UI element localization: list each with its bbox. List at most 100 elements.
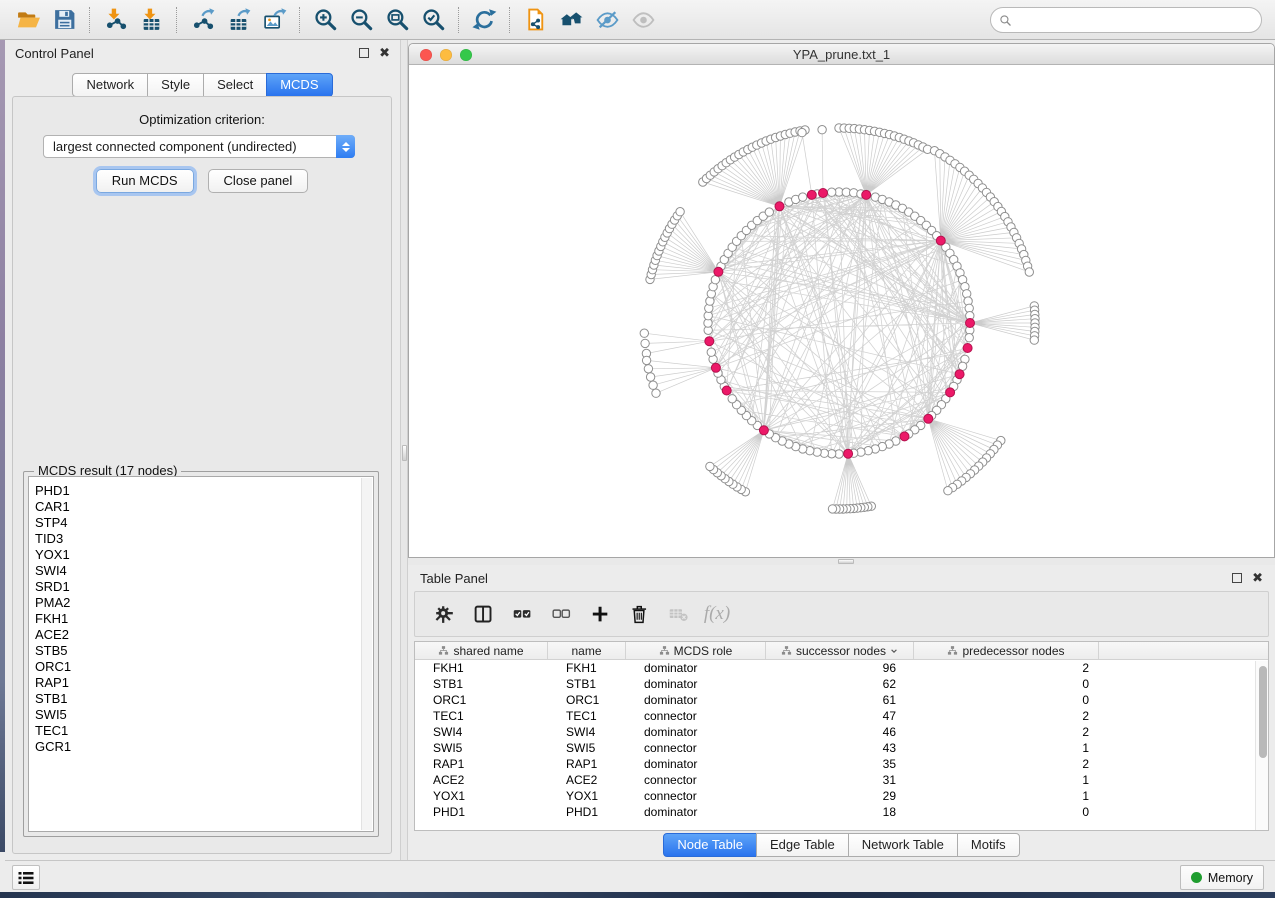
column-header-MCDS-role[interactable]: MCDS role xyxy=(626,642,766,659)
table-row[interactable]: PHD1PHD1dominator180 xyxy=(415,804,1268,820)
mcds-result-node[interactable]: RAP1 xyxy=(35,675,373,691)
window-zoom-icon[interactable] xyxy=(460,49,472,61)
tab-mcds[interactable]: MCDS xyxy=(266,73,332,97)
hide-selected-button[interactable] xyxy=(589,4,625,36)
window-close-icon[interactable] xyxy=(420,49,432,61)
graph-leaf-node[interactable] xyxy=(706,462,714,470)
zoom-selected-button[interactable] xyxy=(415,4,451,36)
import-table-button[interactable] xyxy=(133,4,169,36)
save-session-button[interactable] xyxy=(46,4,82,36)
export-table-button[interactable] xyxy=(220,4,256,36)
table-settings-button[interactable] xyxy=(429,599,459,629)
graph-dominator-node[interactable] xyxy=(714,267,723,276)
graph-dominator-node[interactable] xyxy=(819,189,828,198)
graph-node[interactable] xyxy=(728,395,736,403)
mcds-result-node[interactable]: STP4 xyxy=(35,515,373,531)
mcds-result-node[interactable]: ORC1 xyxy=(35,659,373,675)
close-table-panel-icon[interactable]: ✖ xyxy=(1252,573,1263,583)
tab-network[interactable]: Network xyxy=(72,73,148,97)
mcds-result-node[interactable]: GCR1 xyxy=(35,739,373,755)
tab-node-table[interactable]: Node Table xyxy=(663,833,757,857)
optimization-criterion-select[interactable]: largest connected component (undirected) xyxy=(43,135,355,158)
graph-node[interactable] xyxy=(828,188,836,196)
network-graph[interactable] xyxy=(409,65,1274,557)
horizontal-splitter-grip[interactable] xyxy=(838,559,854,564)
close-panel-button[interactable]: Close panel xyxy=(208,169,309,193)
import-network-button[interactable] xyxy=(97,4,133,36)
graph-dominator-node[interactable] xyxy=(705,337,714,346)
graph-dominator-node[interactable] xyxy=(759,426,768,435)
mcds-result-node[interactable]: FKH1 xyxy=(35,611,373,627)
table-row[interactable]: SWI4SWI4dominator462 xyxy=(415,724,1268,740)
float-panel-icon[interactable] xyxy=(359,48,369,58)
apply-layout-button[interactable] xyxy=(466,4,502,36)
table-row[interactable]: ORC1ORC1dominator610 xyxy=(415,692,1268,708)
select-all-button[interactable] xyxy=(507,599,537,629)
graph-dominator-node[interactable] xyxy=(862,190,871,199)
table-row[interactable]: FKH1FKH1dominator962 xyxy=(415,660,1268,676)
export-image-button[interactable] xyxy=(256,4,292,36)
search-input[interactable] xyxy=(1017,13,1253,27)
close-panel-icon[interactable]: ✖ xyxy=(379,48,390,58)
mcds-result-node[interactable]: ACE2 xyxy=(35,627,373,643)
tab-motifs[interactable]: Motifs xyxy=(957,833,1020,857)
graph-dominator-node[interactable] xyxy=(711,363,720,372)
graph-leaf-node[interactable] xyxy=(641,339,649,347)
column-header-predecessor-nodes[interactable]: predecessor nodes xyxy=(914,642,1099,659)
panel-menu-button[interactable] xyxy=(12,865,40,890)
graph-dominator-node[interactable] xyxy=(900,432,909,441)
graph-leaf-node[interactable] xyxy=(828,505,836,513)
table-row[interactable]: ACE2ACE2connector311 xyxy=(415,772,1268,788)
tab-style[interactable]: Style xyxy=(147,73,204,97)
tab-select[interactable]: Select xyxy=(203,73,267,97)
mcds-result-node[interactable]: STB5 xyxy=(35,643,373,659)
graph-leaf-node[interactable] xyxy=(649,381,657,389)
network-from-selection-button[interactable] xyxy=(517,4,553,36)
tab-network-table[interactable]: Network Table xyxy=(848,833,958,857)
graph-leaf-node[interactable] xyxy=(1025,268,1033,276)
table-scrollbar-thumb[interactable] xyxy=(1259,666,1267,758)
graph-leaf-node[interactable] xyxy=(818,126,826,134)
graph-leaf-node[interactable] xyxy=(644,365,652,373)
vertical-splitter-grip[interactable] xyxy=(402,445,407,461)
mcds-result-node[interactable]: TID3 xyxy=(35,531,373,547)
network-window-titlebar[interactable]: YPA_prune.txt_1 xyxy=(409,44,1274,65)
create-column-button[interactable] xyxy=(585,599,615,629)
graph-leaf-node[interactable] xyxy=(944,487,952,495)
export-network-button[interactable] xyxy=(184,4,220,36)
graph-leaf-node[interactable] xyxy=(798,128,806,136)
memory-button[interactable]: Memory xyxy=(1180,865,1264,890)
graph-node[interactable] xyxy=(707,348,715,356)
mcds-result-node[interactable]: CAR1 xyxy=(35,499,373,515)
zoom-out-button[interactable] xyxy=(343,4,379,36)
graph-node[interactable] xyxy=(765,208,773,216)
graph-leaf-node[interactable] xyxy=(640,329,648,337)
mcds-result-node[interactable]: SWI4 xyxy=(35,563,373,579)
graph-dominator-node[interactable] xyxy=(946,388,955,397)
table-row[interactable]: SWI5SWI5connector431 xyxy=(415,740,1268,756)
mcds-result-node[interactable]: STB1 xyxy=(35,691,373,707)
column-header-successor-nodes[interactable]: successor nodes xyxy=(766,642,914,659)
table-row[interactable]: RAP1RAP1dominator352 xyxy=(415,756,1268,772)
float-table-panel-icon[interactable] xyxy=(1232,573,1242,583)
mcds-result-node[interactable]: SWI5 xyxy=(35,707,373,723)
graph-leaf-node[interactable] xyxy=(646,373,654,381)
table-scrollbar[interactable] xyxy=(1255,661,1268,830)
graph-leaf-node[interactable] xyxy=(1030,336,1038,344)
horizontal-splitter[interactable] xyxy=(408,558,1275,565)
graph-leaf-node[interactable] xyxy=(652,389,660,397)
first-neighbors-button[interactable] xyxy=(553,4,589,36)
deselect-all-button[interactable] xyxy=(546,599,576,629)
graph-leaf-node[interactable] xyxy=(676,208,684,216)
graph-dominator-node[interactable] xyxy=(955,370,964,379)
table-row[interactable]: YOX1YOX1connector291 xyxy=(415,788,1268,804)
graph-dominator-node[interactable] xyxy=(844,449,853,458)
window-minimize-icon[interactable] xyxy=(440,49,452,61)
tab-edge-table[interactable]: Edge Table xyxy=(756,833,849,857)
zoom-fit-button[interactable] xyxy=(379,4,415,36)
graph-dominator-node[interactable] xyxy=(936,236,945,245)
search-box[interactable] xyxy=(990,7,1262,33)
graph-dominator-node[interactable] xyxy=(807,190,816,199)
run-mcds-button[interactable]: Run MCDS xyxy=(96,169,194,193)
mcds-result-list[interactable]: PHD1CAR1STP4TID3YOX1SWI4SRD1PMA2FKH1ACE2… xyxy=(28,476,374,832)
